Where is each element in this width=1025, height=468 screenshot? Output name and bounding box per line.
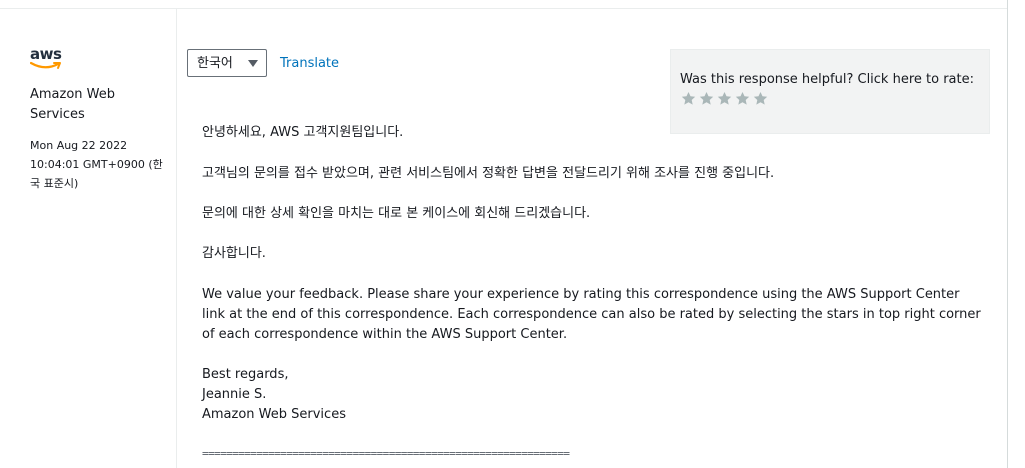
right-border bbox=[1007, 0, 1008, 468]
star-icon-4[interactable] bbox=[735, 91, 750, 106]
sender-timestamp: Mon Aug 22 2022 10:04:01 GMT+0900 (한국 표준… bbox=[30, 139, 163, 190]
message-line-1: 고객님의 문의를 접수 받았으며, 관련 서비스팀에서 정확한 답변을 전달드리… bbox=[202, 166, 775, 181]
star-icon-3[interactable] bbox=[717, 91, 732, 106]
caret-down-icon bbox=[248, 60, 258, 67]
message-line-2: 문의에 대한 상세 확인을 마치는 대로 본 케이스에 회신해 드리겠습니다. bbox=[202, 206, 591, 221]
top-divider bbox=[0, 8, 1007, 9]
message-signer: Jeannie S. bbox=[202, 387, 267, 402]
message-thanks: 감사합니다. bbox=[202, 246, 266, 261]
aws-smile-icon bbox=[30, 61, 61, 69]
rating-stars bbox=[681, 91, 771, 109]
message-feedback: We value your feedback. Please share you… bbox=[202, 287, 981, 342]
message-greeting: 안녕하세요, AWS 고객지원팀입니다. bbox=[202, 125, 404, 140]
language-select[interactable]: 한국어 bbox=[187, 49, 267, 77]
message-company: Amazon Web Services bbox=[202, 407, 346, 422]
message-separator: ========================================… bbox=[202, 447, 570, 460]
column-divider bbox=[176, 9, 177, 468]
message-signoff: Best regards, bbox=[202, 367, 289, 382]
language-select-value: 한국어 bbox=[197, 56, 233, 71]
aws-logo: aws bbox=[30, 47, 64, 73]
sender-name: Amazon Web Services bbox=[30, 87, 116, 122]
rating-prompt: Was this response helpful? Click here to… bbox=[680, 72, 974, 87]
star-icon-5[interactable] bbox=[753, 91, 768, 106]
case-correspondence: aws Amazon Web Services Mon Aug 22 2022 … bbox=[0, 0, 1025, 468]
translate-link[interactable]: Translate bbox=[280, 55, 339, 72]
rating-panel: Was this response helpful? Click here to… bbox=[670, 49, 990, 134]
star-icon-1[interactable] bbox=[681, 91, 696, 106]
aws-logo-text: aws bbox=[30, 45, 62, 63]
star-icon-2[interactable] bbox=[699, 91, 714, 106]
